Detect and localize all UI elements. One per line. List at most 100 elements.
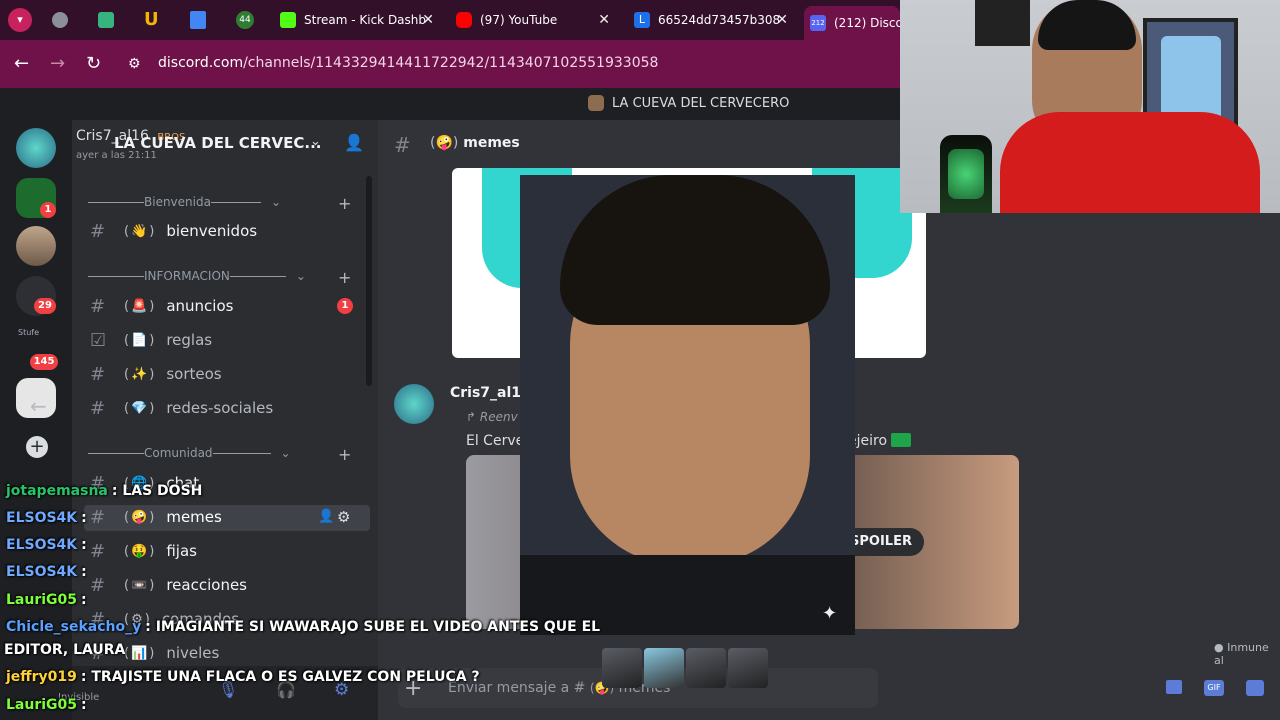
channel-fijas[interactable]: # (🤑) fijas xyxy=(90,537,197,565)
tab-label: 66524dd73457b308 xyxy=(658,13,781,27)
category-label: Bienvenida xyxy=(144,195,211,209)
add-server-icon[interactable]: + xyxy=(26,436,48,458)
url-host: discord.com xyxy=(158,55,244,71)
add-channel-icon[interactable]: + xyxy=(338,194,351,213)
close-icon[interactable]: ✕ xyxy=(422,12,434,28)
channel-reacciones[interactable]: # (📼) reacciones xyxy=(90,571,247,599)
add-channel-icon[interactable]: + xyxy=(338,268,351,287)
channel-label: sorteos xyxy=(166,365,222,383)
globe-icon[interactable] xyxy=(52,12,68,28)
channel-label: memes xyxy=(166,508,222,526)
server-icon[interactable]: Stufe xyxy=(18,328,39,337)
channel-emoji: (🤑) xyxy=(124,543,157,559)
category-bienvenida[interactable]: Bienvenida ⌄ xyxy=(88,195,281,209)
hash-icon: # xyxy=(90,506,106,528)
add-channel-icon[interactable]: + xyxy=(338,445,351,464)
category-comunidad[interactable]: Comunidad ⌄ xyxy=(88,446,291,460)
thumbnail[interactable] xyxy=(728,648,768,688)
facecam-overlay: ✦ xyxy=(520,175,855,635)
category-label: INFORMACION xyxy=(144,269,230,283)
extension-icon[interactable] xyxy=(98,12,114,28)
channel-header-name: memes xyxy=(463,135,520,151)
channel-sorteos[interactable]: # (✨) sorteos xyxy=(90,360,222,388)
thumbnail[interactable] xyxy=(644,648,684,688)
site-info-icon[interactable]: ⚙ xyxy=(128,56,141,72)
sidebar-scrollbar[interactable] xyxy=(366,176,372,386)
discord-icon: 212 xyxy=(810,15,826,31)
channel-label: redes-sociales xyxy=(166,399,274,417)
hash-icon: # xyxy=(394,133,411,157)
category-label: Comunidad xyxy=(144,446,213,460)
docs-icon[interactable] xyxy=(190,11,206,29)
tab-document[interactable]: L 66524dd73457b308 ✕ xyxy=(634,6,794,34)
channel-emoji: (📊) xyxy=(124,645,157,661)
sticker-icon[interactable] xyxy=(1246,680,1264,696)
back-arrow-icon[interactable]: ← xyxy=(14,53,29,74)
notification-badge: 1 xyxy=(40,202,56,218)
gif-icon[interactable]: GIF xyxy=(1204,680,1224,696)
tab-label: (97) YouTube xyxy=(480,13,558,27)
gift-icon[interactable] xyxy=(1166,680,1182,694)
counter-icon[interactable]: 44 xyxy=(236,11,254,29)
channel-emoji: (💎) xyxy=(124,400,157,416)
tab-search-button[interactable]: ▾ xyxy=(8,8,32,32)
thumbnail[interactable] xyxy=(686,648,726,688)
channel-memes[interactable]: # (🤪) memes xyxy=(90,503,222,531)
unread-badge: 1 xyxy=(337,298,353,314)
stream-chat-line: ELSOS4K: xyxy=(6,510,87,526)
channel-label: reacciones xyxy=(166,576,247,594)
invite-people-icon[interactable]: 👤 xyxy=(344,133,364,152)
channel-emoji: (✨) xyxy=(124,366,157,382)
channel-emoji: (🚨) xyxy=(124,298,157,314)
tab-kick[interactable]: Stream - Kick Dashb ✕ xyxy=(280,6,440,34)
channel-bienvenidos[interactable]: # (👋) bienvenidos xyxy=(90,217,257,245)
forward-arrow-icon[interactable]: → xyxy=(50,53,65,74)
collapse-arrow-icon[interactable]: ← xyxy=(30,394,47,418)
webcam-feed xyxy=(900,0,1280,213)
stream-chat-line: Chicle_sekacho_y: IMAGIANTE SI WAWARAJO … xyxy=(6,619,601,635)
hash-icon: # xyxy=(90,220,106,242)
channel-redes-sociales[interactable]: # (💎) redes-sociales xyxy=(90,394,273,422)
u-extension-icon[interactable]: U xyxy=(144,9,159,30)
message-text-end: ejeiro xyxy=(848,433,912,449)
forwarded-text: Reenv xyxy=(479,410,518,424)
channel-emoji: (👋) xyxy=(124,223,157,239)
close-icon[interactable]: ✕ xyxy=(776,12,788,28)
server-name[interactable]: LA CUEVA DEL CERVEC... xyxy=(114,134,322,152)
channel-label: niveles xyxy=(166,644,220,662)
message-author[interactable]: Cris7_al16 xyxy=(450,385,531,401)
channel-reglas[interactable]: ☑ (📄) reglas xyxy=(90,326,212,354)
youtube-icon xyxy=(456,12,472,28)
shelf xyxy=(975,0,1030,46)
forwarded-label: ↱ Reenv xyxy=(466,410,518,424)
category-informacion[interactable]: INFORMACION ⌄ xyxy=(88,269,306,283)
brazil-flag-icon xyxy=(891,433,912,447)
reload-icon[interactable]: ↻ xyxy=(86,53,101,74)
tab-discord-active[interactable]: 212 (212) Discord xyxy=(804,6,900,40)
sparkle-icon: ✦ xyxy=(822,603,838,624)
message-text-start: El Cerve xyxy=(466,433,525,449)
video-thumbnails xyxy=(602,648,768,688)
hair xyxy=(560,175,830,325)
server-icon[interactable] xyxy=(16,226,56,266)
gear-icon[interactable]: ⚙ xyxy=(337,508,350,526)
channel-header-title: (🤪) memes xyxy=(430,135,520,151)
immune-label: ● Inmune al xyxy=(1214,641,1269,667)
user-avatar[interactable] xyxy=(16,128,56,168)
l-icon: L xyxy=(634,12,650,28)
close-icon[interactable]: ✕ xyxy=(598,12,610,28)
stream-chat-line: jeffry019: TRAJISTE UNA FLACA O ES GALVE… xyxy=(6,669,480,685)
invite-icon[interactable]: 👤 xyxy=(318,509,334,524)
tab-youtube[interactable]: (97) YouTube ✕ xyxy=(456,6,616,34)
chevron-down-icon[interactable]: ⌄ xyxy=(310,134,321,149)
window-title-text: LA CUEVA DEL CERVECERO xyxy=(612,95,790,111)
message-author-avatar[interactable] xyxy=(394,384,434,424)
channel-anuncios[interactable]: # (🚨) anuncios xyxy=(90,292,233,320)
channel-label: fijas xyxy=(166,542,197,560)
thumbnail[interactable] xyxy=(602,648,642,688)
url-path: /channels/1143329414411722942/1143407102… xyxy=(243,55,659,71)
address-bar[interactable]: discord.com/channels/1143329414411722942… xyxy=(158,55,658,71)
stream-chat-line: EDITOR, LAURA xyxy=(4,642,126,658)
rgb-speaker xyxy=(940,135,992,213)
tab-label: (212) Discord xyxy=(834,16,900,30)
